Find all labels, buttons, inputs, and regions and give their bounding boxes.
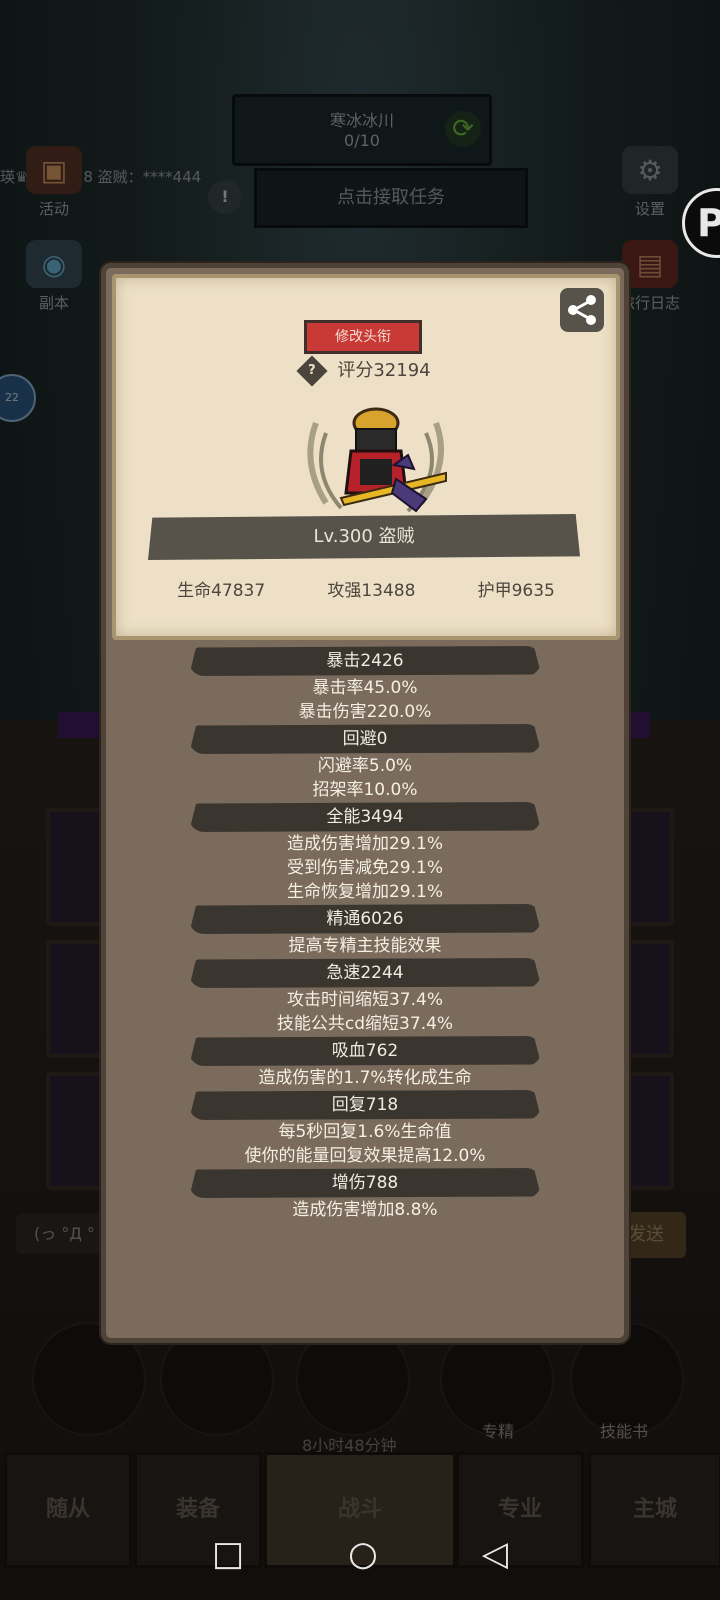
stat-detail: 招架率10.0% <box>312 780 418 800</box>
share-icon <box>568 295 596 325</box>
stat-detail: 受到伤害减免29.1% <box>286 858 443 878</box>
score-row: ? 评分32194 <box>116 355 616 387</box>
stat-header: 回复718 <box>189 1090 541 1120</box>
stat-detail: 造成伤害的1.7%转化成生命 <box>258 1068 472 1088</box>
attack-stat: 攻强13488 <box>327 581 416 601</box>
stat-header: 增伤788 <box>189 1168 541 1198</box>
stat-header: 精通6026 <box>189 904 541 934</box>
stat-group-mastery: 精通6026 提高专精主技能效果 <box>106 904 624 958</box>
stat-detail: 每5秒回复1.6%生命值 <box>278 1122 452 1142</box>
system-nav-bar: □ ○ ◁ <box>0 1508 720 1600</box>
armor-stat: 护甲9635 <box>477 581 555 601</box>
stat-detail: 提高专精主技能效果 <box>288 936 442 956</box>
level-class-banner: Lv.300 盗贼 <box>148 514 580 560</box>
character-panel: 修改头衔 ? 评分32194 Lv.300 盗贼 生命47837 攻强13488 … <box>101 263 629 1343</box>
recent-apps-icon[interactable]: □ <box>212 1534 244 1574</box>
base-stats: 生命47837 攻强13488 护甲9635 <box>116 576 616 601</box>
stat-header: 吸血762 <box>189 1036 541 1066</box>
score-text: 评分32194 <box>337 360 431 381</box>
change-title-button[interactable]: 修改头衔 <box>304 320 422 354</box>
stat-detail: 攻击时间缩短37.4% <box>286 990 443 1010</box>
help-icon[interactable]: ? <box>296 355 328 387</box>
stat-group-damage-bonus: 增伤788 造成伤害增加8.8% <box>106 1168 624 1222</box>
stat-group-leech: 吸血762 造成伤害的1.7%转化成生命 <box>106 1036 624 1090</box>
share-button[interactable] <box>560 288 604 332</box>
home-icon[interactable]: ○ <box>348 1534 378 1574</box>
stat-detail: 使你的能量回复效果提高12.0% <box>244 1146 486 1166</box>
stat-header: 急速2244 <box>189 958 541 988</box>
stat-group-haste: 急速2244 攻击时间缩短37.4% 技能公共cd缩短37.4% <box>106 958 624 1036</box>
stat-header: 回避0 <box>189 724 541 754</box>
stat-detail: 技能公共cd缩短37.4% <box>276 1014 454 1034</box>
character-avatar <box>307 407 447 513</box>
stat-group-avoidance: 回避0 闪避率5.0% 招架率10.0% <box>106 724 624 802</box>
back-icon[interactable]: ◁ <box>482 1534 508 1574</box>
stat-detail: 造成伤害增加29.1% <box>286 834 443 854</box>
stat-header: 暴击2426 <box>189 646 541 676</box>
stat-group-versatility: 全能3494 造成伤害增加29.1% 受到伤害减免29.1% 生命恢复增加29.… <box>106 802 624 904</box>
stat-detail: 造成伤害增加8.8% <box>292 1200 438 1220</box>
stat-header: 全能3494 <box>189 802 541 832</box>
stat-detail: 生命恢复增加29.1% <box>286 882 443 902</box>
stat-detail: 暴击伤害220.0% <box>298 702 432 722</box>
hp-stat: 生命47837 <box>177 581 266 601</box>
stat-list: 暴击2426 暴击率45.0% 暴击伤害220.0% 回避0 闪避率5.0% 招… <box>106 646 624 1222</box>
stat-group-regen: 回复718 每5秒回复1.6%生命值 使你的能量回复效果提高12.0% <box>106 1090 624 1168</box>
stat-detail: 暴击率45.0% <box>312 678 418 698</box>
stat-group-crit: 暴击2426 暴击率45.0% 暴击伤害220.0% <box>106 646 624 724</box>
character-card: 修改头衔 ? 评分32194 Lv.300 盗贼 生命47837 攻强13488 … <box>112 274 620 640</box>
stat-detail: 闪避率5.0% <box>317 756 413 776</box>
